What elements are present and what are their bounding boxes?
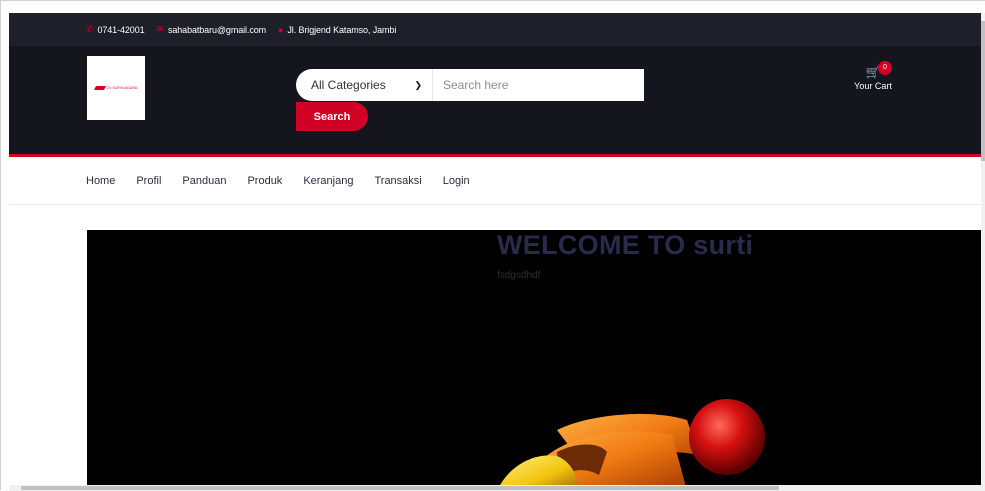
cart-label: Your Cart [854,81,892,91]
nav-item-transaksi[interactable]: Transaksi [374,175,421,187]
phone-text: 0741-42001 [97,24,145,35]
search-button[interactable]: Search [296,102,368,131]
red-ball-shape [689,399,765,475]
cart-count-badge: 0 [878,61,892,75]
email-info[interactable]: ✉ sahabatbaru@gmail.com [157,24,267,35]
phone-info[interactable]: ✆ 0741-42001 [86,24,145,35]
email-text: sahabatbaru@gmail.com [167,24,267,35]
vertical-scroll-thumb[interactable] [981,21,985,161]
top-info-bar: ✆ 0741-42001 ✉ sahabatbaru@gmail.com ● J… [9,13,981,46]
cart-button[interactable]: 🛒 0 Your Cart [845,61,901,101]
category-select[interactable]: All Categories ❯ [296,69,433,101]
logo-text: CV SURYA AGUNG [106,86,138,90]
horizontal-scrollbar[interactable] [9,485,981,491]
vertical-scrollbar[interactable] [981,13,985,491]
nav-item-produk[interactable]: Produk [247,175,282,187]
address-info[interactable]: ● Jl. Brigjend Katamso, Jambi [278,25,396,35]
hero-title: WELCOME TO surti [497,230,754,260]
main-header: CV SURYA AGUNG All Categories ❯ Search 🛒… [9,46,981,154]
envelope-icon: ✉ [156,24,165,34]
nav-item-keranjang[interactable]: Keranjang [303,175,353,187]
map-marker-icon: ● [278,24,284,35]
browser-viewport: ✆ 0741-42001 ✉ sahabatbaru@gmail.com ● J… [0,0,985,491]
search-input[interactable] [433,69,644,101]
phone-icon: ✆ [86,24,94,34]
hero-banner: WELCOME TO surti fsdgsdhdf . [87,230,981,491]
nav-item-home[interactable]: Home [86,175,115,187]
nav-item-login[interactable]: Login [443,175,470,187]
chevron-down-icon: ❯ [414,79,422,90]
shopping-cart-icon: 🛒 [865,65,881,79]
site-logo[interactable]: CV SURYA AGUNG [87,56,145,120]
search-bar: All Categories ❯ [296,69,644,101]
horizontal-scroll-thumb[interactable] [21,486,779,490]
hero-subtitle: fsdgsdhdf [497,270,541,281]
logo-mark: CV SURYA AGUNG [93,86,138,90]
nav-item-profil[interactable]: Profil [136,175,161,187]
nav-item-panduan[interactable]: Panduan [182,175,226,187]
main-navigation: Home Profil Panduan Produk Keranjang Tra… [9,157,981,205]
address-text: Jl. Brigjend Katamso, Jambi [287,24,397,35]
hero-extra-text: . [497,296,500,305]
category-selected-value: All Categories [311,78,386,92]
logo-swoosh-icon [93,86,106,90]
